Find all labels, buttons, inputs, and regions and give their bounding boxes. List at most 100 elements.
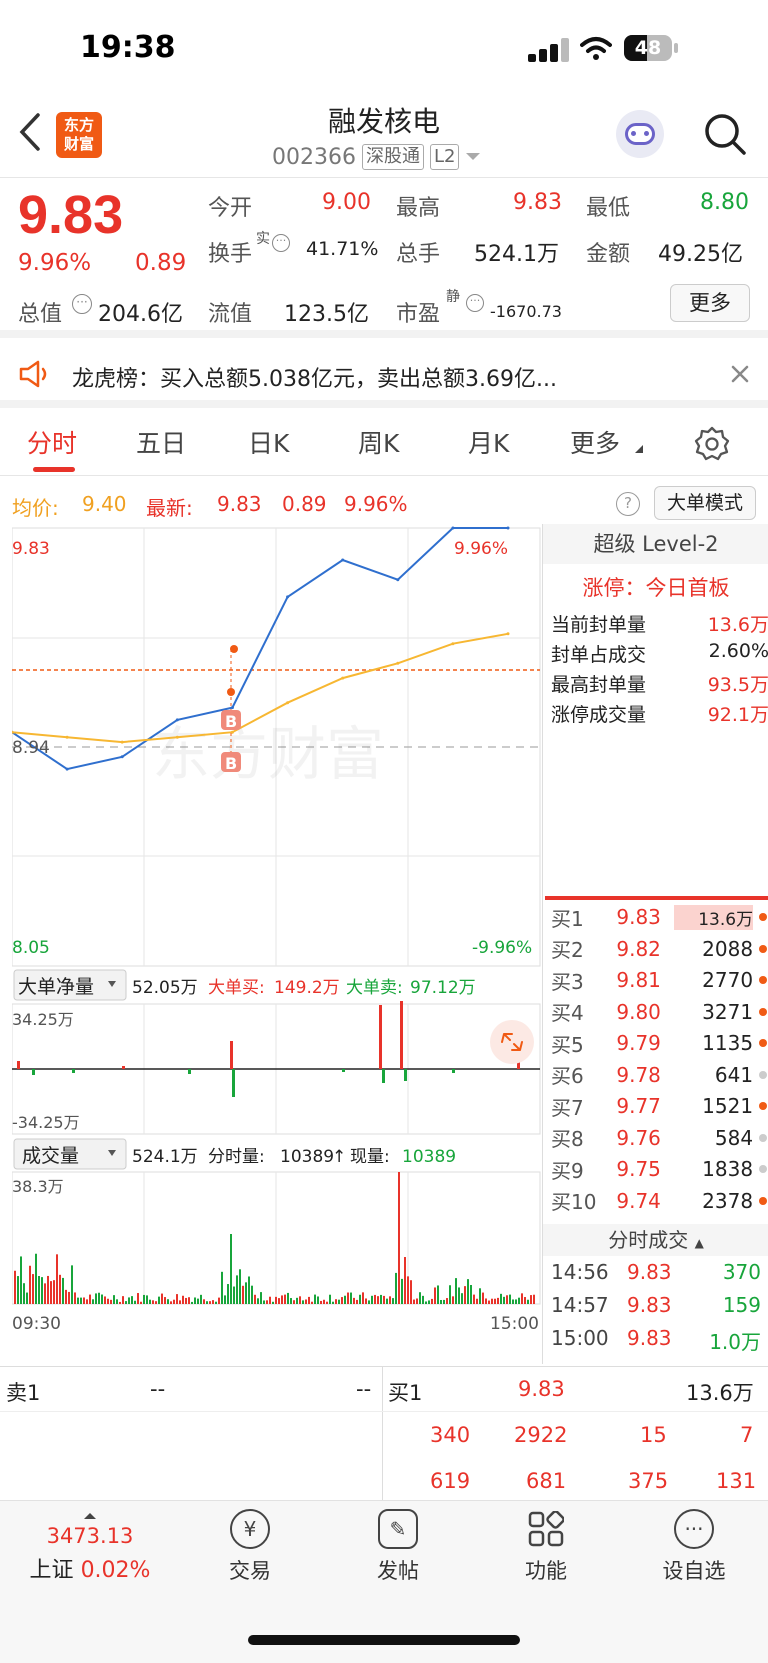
volume-bar [185, 1297, 187, 1304]
expand-icon[interactable] [490, 1020, 534, 1064]
mktcap-label: 总值 [18, 302, 63, 327]
tick-volume: 1.0万 [709, 1330, 761, 1354]
queue-volume: 681 [526, 1469, 567, 1493]
volume-bar [242, 1285, 244, 1304]
bid-row[interactable]: 买3 9.81 2770 [551, 965, 767, 995]
pct-top-label: 9.96% [454, 539, 508, 559]
volume-bar [425, 1301, 427, 1304]
tab-weekly-k[interactable]: 周K [358, 424, 399, 460]
level2-row: 当前封单量 13.6万 [551, 614, 768, 636]
data-point [396, 661, 400, 665]
volume-bar [239, 1269, 241, 1304]
bid-volume: 2378 [702, 1188, 754, 1213]
bid-row[interactable]: 买10 9.74 2378 [551, 1186, 767, 1216]
tab-intraday[interactable]: 分时 [27, 424, 77, 460]
latest-change: 0.89 [282, 492, 327, 516]
queue-volume: 15 [640, 1423, 667, 1447]
bid-row[interactable]: 买1 9.83 13.6万 [551, 902, 767, 932]
index-value: 3473.13 [46, 1524, 134, 1548]
big-order-bar [230, 1041, 233, 1069]
volume-bar [128, 1297, 130, 1304]
gear-icon[interactable] [694, 426, 730, 462]
buy-marker[interactable]: B [221, 752, 241, 773]
big-buy-label: 大单买: [208, 978, 265, 998]
volume-bar [110, 1299, 112, 1304]
tick-trades-header[interactable]: 分时成交 ▲ [543, 1224, 768, 1256]
bid-row[interactable]: 买6 9.78 641 [551, 1060, 767, 1090]
level2-tag: L2 [429, 144, 460, 170]
big-order-selector[interactable]: 大单净量 [18, 976, 94, 998]
more-button[interactable]: 更多 [670, 284, 750, 322]
volume-bar [53, 1280, 55, 1304]
nav-post[interactable]: ✎ 发帖 [348, 1509, 448, 1585]
volume-bar [41, 1277, 43, 1304]
trade-icon: ¥ [230, 1509, 270, 1549]
volume-bar [14, 1270, 16, 1304]
big-order-mode-button[interactable]: 大单模式 [654, 486, 756, 520]
search-icon[interactable] [703, 112, 747, 156]
nav-trade[interactable]: ¥ 交易 [200, 1509, 300, 1585]
data-point [120, 755, 124, 759]
volume-bar [188, 1297, 190, 1304]
tab-monthly-k[interactable]: 月K [468, 424, 509, 460]
tab-daily-k[interactable]: 日K [248, 424, 289, 460]
pe-label: 市盈 [396, 302, 441, 327]
bid-row[interactable]: 买8 9.76 584 [551, 1123, 767, 1153]
intraday-chart[interactable]: 东方财富 B B 9.83 9.96% 8.94 8.05 -9.96% 大单净… [10, 524, 542, 1364]
volume-bar [443, 1299, 445, 1304]
volume-bar [257, 1298, 259, 1304]
volume-bar [164, 1297, 166, 1304]
info-icon[interactable]: ··· [72, 294, 92, 314]
volume-bar [479, 1288, 481, 1304]
bid-row[interactable]: 买4 9.80 3271 [551, 997, 767, 1027]
latest-label: 最新: [146, 496, 193, 520]
buy-marker[interactable]: B [221, 710, 241, 731]
volume-top-label: 38.3万 [12, 1177, 64, 1196]
volume-bar [104, 1296, 106, 1304]
hands-label: 总手 [396, 242, 441, 267]
tab-five-day[interactable]: 五日 [136, 424, 186, 460]
volume-bar [482, 1292, 484, 1304]
hands-value: 524.1万 [474, 242, 559, 267]
index-ticker[interactable]: 3473.13 上证 0.02% [20, 1505, 160, 1584]
volume-bar [410, 1280, 412, 1304]
volume-bar [35, 1253, 37, 1304]
level2-title[interactable]: 超级 Level-2 [543, 524, 768, 564]
dot-icon [759, 944, 767, 953]
low-value: 8.80 [700, 190, 749, 215]
high-label: 最高 [396, 196, 441, 221]
battery-level: 48 [634, 37, 662, 59]
level2-row: 最高封单量 93.5万 [551, 674, 768, 696]
volume-bar [332, 1301, 334, 1304]
info-icon[interactable]: ··· [466, 294, 484, 312]
status-bar: 19:38 48 [0, 0, 768, 100]
volume-bar [428, 1300, 430, 1304]
nav-functions[interactable]: 功能 [496, 1509, 596, 1585]
info-icon[interactable]: ··· [272, 234, 290, 252]
triangle-up-icon [84, 1513, 96, 1519]
help-icon[interactable]: ? [616, 492, 640, 516]
tab-more[interactable]: 更多 [570, 424, 620, 460]
bid-row[interactable]: 买9 9.75 1838 [551, 1154, 767, 1184]
volume-selector[interactable]: 成交量 [22, 1145, 79, 1167]
volume-bar [248, 1276, 250, 1304]
volume-tick-value: 10389 [280, 1147, 334, 1167]
volume-bar [299, 1296, 301, 1304]
robot-assistant-icon[interactable] [616, 110, 664, 158]
nav-watchlist[interactable]: ··· 设自选 [644, 1509, 744, 1585]
bid-level: 买9 [551, 1158, 584, 1183]
big-order-bar [452, 1069, 455, 1073]
close-icon[interactable] [730, 364, 750, 384]
stock-subline[interactable]: 002366 深股通 L2 [272, 144, 481, 170]
big-order-bar [404, 1069, 407, 1081]
bid-level: 买10 [551, 1190, 597, 1214]
bid-row[interactable]: 买7 9.77 1521 [551, 1091, 767, 1121]
volume-bar [317, 1296, 319, 1304]
data-point [396, 578, 400, 582]
bid-row[interactable]: 买2 9.82 2088 [551, 934, 767, 964]
bid-row[interactable]: 买5 9.79 1135 [551, 1028, 767, 1058]
notice-bar[interactable]: 龙虎榜：买入总额5.038亿元，卖出总额3.69亿... [0, 340, 768, 408]
avg-label: 均价: [12, 496, 59, 520]
volume-bar [461, 1293, 463, 1304]
volume-bar [323, 1299, 325, 1304]
